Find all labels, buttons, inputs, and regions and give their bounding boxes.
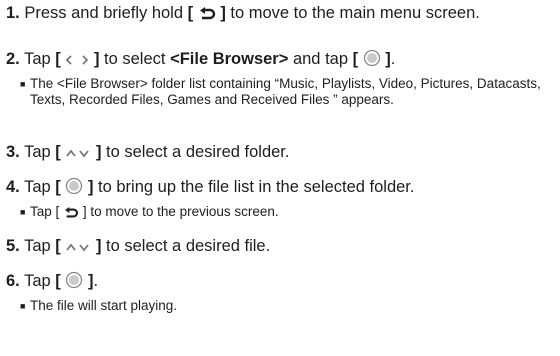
- step-number: 1.: [6, 4, 20, 22]
- step-number: 4.: [6, 178, 20, 196]
- instruction-document: 1. Press and briefly hold [ ] to move to…: [0, 0, 560, 356]
- step-4: 4. Tap [ ] to bring up the file list in …: [6, 177, 415, 196]
- step-2: 2. Tap [ ] to select <File Browser> and …: [6, 49, 396, 68]
- up-down-arrows-icon: [65, 240, 91, 254]
- note-previous-screen: ■ Tap [ ] to move to the previous screen…: [20, 204, 279, 219]
- bullet: ■: [20, 301, 26, 311]
- step-number: 2.: [6, 50, 20, 68]
- step-6: 6. Tap [ ].: [6, 271, 99, 290]
- step-text: Press and briefly hold: [24, 4, 188, 22]
- step-text-tail: to move to the main menu screen.: [225, 4, 480, 22]
- bullet: ■: [20, 207, 26, 217]
- back-arrow-icon: [63, 207, 79, 219]
- select-button-icon: [363, 49, 381, 67]
- menu-name: <File Browser>: [170, 50, 289, 68]
- note-folder-list: ■ The <File Browser> folder list contain…: [20, 76, 541, 107]
- step-number: 3.: [6, 143, 20, 161]
- select-button-icon: [65, 177, 83, 195]
- step-5: 5. Tap [ ] to select a desired file.: [6, 237, 271, 255]
- note-playing: ■ The file will start playing.: [20, 298, 178, 313]
- step-number: 6.: [6, 272, 20, 290]
- step-number: 5.: [6, 237, 20, 255]
- select-button-icon: [65, 271, 83, 289]
- back-arrow-icon: [198, 7, 216, 21]
- step-1: 1. Press and briefly hold [ ] to move to…: [6, 4, 480, 22]
- step-3: 3. Tap [ ] to select a desired folder.: [6, 143, 290, 161]
- left-right-arrows-icon: [65, 53, 89, 67]
- bullet: ■: [20, 79, 26, 89]
- up-down-arrows-icon: [65, 146, 91, 160]
